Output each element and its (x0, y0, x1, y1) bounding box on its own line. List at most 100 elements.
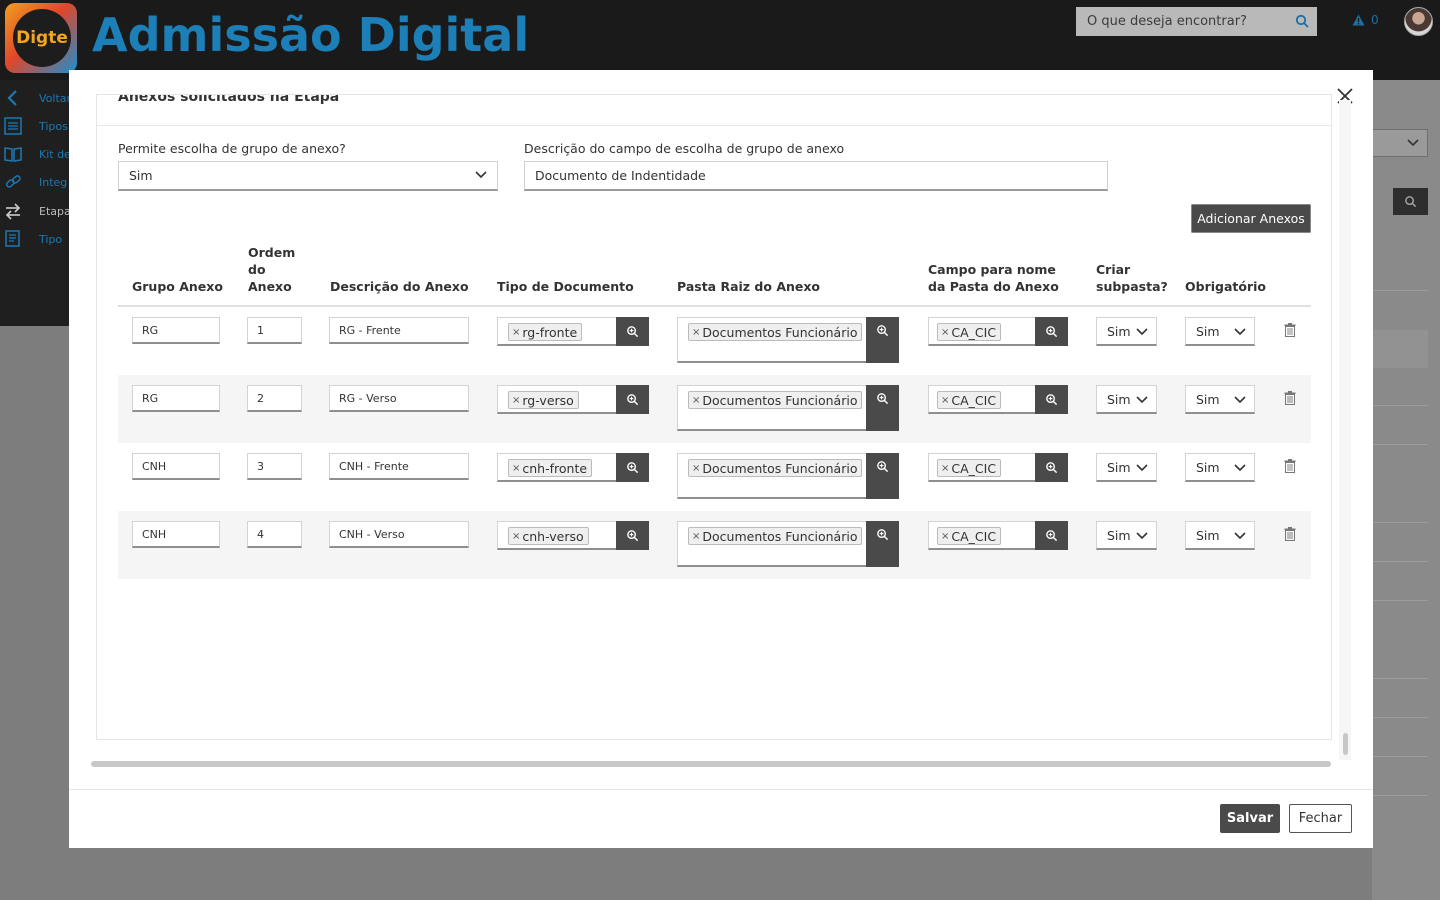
horizontal-scroll-track[interactable] (91, 761, 1331, 767)
tipo-search-button[interactable] (616, 453, 649, 482)
tipo-field[interactable]: × cnh-fronte (497, 453, 617, 482)
alerts-indicator[interactable]: 0 (1352, 13, 1379, 27)
descricao-input[interactable]: CNH - Verso (329, 521, 469, 548)
tipo-field[interactable]: × cnh-verso (497, 521, 617, 550)
trash-icon[interactable] (1284, 459, 1296, 473)
remove-tag-icon[interactable]: × (941, 463, 949, 474)
tipo-field[interactable]: × rg-fronte (497, 317, 617, 346)
obrigatorio-select[interactable]: Sim (1185, 521, 1255, 550)
remove-tag-icon[interactable]: × (512, 395, 520, 406)
search-input[interactable] (1087, 14, 1287, 29)
descricao-input[interactable]: RG - Verso (329, 385, 469, 412)
sidebar-item-etapa[interactable]: Etapa (0, 197, 70, 225)
campo-search-button[interactable] (1035, 521, 1068, 550)
remove-tag-icon[interactable]: × (692, 327, 700, 338)
campo-field[interactable]: × CA_CIC (928, 453, 1036, 482)
ordem-input[interactable]: 1 (247, 317, 302, 344)
campo-search-button[interactable] (1035, 317, 1068, 346)
tipo-field[interactable]: × rg-verso (497, 385, 617, 414)
pasta-search-button[interactable] (866, 317, 899, 363)
chevron-down-icon (1136, 328, 1148, 336)
close-button[interactable]: Fechar (1289, 804, 1352, 833)
sidebar-item-voltar[interactable]: Voltar (0, 84, 70, 112)
remove-tag-icon[interactable]: × (692, 395, 700, 406)
trash-icon[interactable] (1284, 323, 1296, 337)
remove-tag-icon[interactable]: × (941, 395, 949, 406)
campo-tag[interactable]: × CA_CIC (937, 323, 1002, 341)
pasta-search-button[interactable] (866, 385, 899, 431)
tipo-search-button[interactable] (616, 385, 649, 414)
chevron-down-icon (1136, 396, 1148, 404)
tipo-tag[interactable]: × cnh-fronte (508, 459, 593, 477)
remove-tag-icon[interactable]: × (692, 531, 700, 542)
arrows-icon (5, 203, 21, 220)
ordem-input[interactable]: 2 (247, 385, 302, 412)
remove-tag-icon[interactable]: × (692, 463, 700, 474)
trash-icon[interactable] (1284, 527, 1296, 541)
grupo-input[interactable]: CNH (132, 453, 220, 480)
vertical-scroll-track[interactable] (1339, 100, 1351, 760)
sidebar-item-integ[interactable]: Integ (0, 168, 70, 196)
tipo-tag[interactable]: × rg-fronte (508, 323, 583, 341)
ordem-input[interactable]: 4 (247, 521, 302, 548)
add-attachments-button[interactable]: Adicionar Anexos (1191, 204, 1311, 233)
grupo-input[interactable]: RG (132, 385, 220, 412)
pasta-search-button[interactable] (866, 521, 899, 567)
remove-tag-icon[interactable]: × (512, 327, 520, 338)
campo-tag[interactable]: × CA_CIC (937, 459, 1002, 477)
pasta-field[interactable]: × Documentos Funcionário (677, 385, 867, 431)
pasta-tag[interactable]: × Documentos Funcionário (688, 459, 863, 477)
subpasta-select[interactable]: Sim (1096, 453, 1157, 482)
save-button[interactable]: Salvar (1220, 804, 1280, 833)
obrigatorio-select[interactable]: Sim (1185, 453, 1255, 482)
campo-search-button[interactable] (1035, 385, 1068, 414)
sidebar-item-tipos[interactable]: Tipos (0, 112, 70, 140)
chevron-left-icon (7, 90, 17, 106)
grupo-input[interactable]: CNH (132, 521, 220, 548)
sidebar-item-kit[interactable]: Kit de (0, 140, 70, 168)
pasta-tag[interactable]: × Documentos Funcionário (688, 323, 863, 341)
remove-tag-icon[interactable]: × (512, 531, 520, 542)
logo[interactable]: Digte (5, 3, 77, 73)
sidebar-item-tipo[interactable]: Tipo (0, 225, 70, 253)
remove-tag-icon[interactable]: × (512, 463, 520, 474)
tipo-tag[interactable]: × rg-verso (508, 391, 579, 409)
obrigatorio-select[interactable]: Sim (1185, 385, 1255, 414)
campo-tag[interactable]: × CA_CIC (937, 391, 1002, 409)
chevron-down-icon (1234, 396, 1246, 404)
tipo-tag[interactable]: × cnh-verso (508, 527, 589, 545)
group-desc-input[interactable]: Documento de Indentidade (524, 161, 1108, 191)
tipo-search-button[interactable] (616, 521, 649, 550)
remove-tag-icon[interactable]: × (941, 327, 949, 338)
tipo-search-button[interactable] (616, 317, 649, 346)
pasta-tag[interactable]: × Documentos Funcionário (688, 527, 863, 545)
pasta-field[interactable]: × Documentos Funcionário (677, 317, 867, 363)
avatar[interactable] (1404, 7, 1433, 36)
subpasta-select[interactable]: Sim (1096, 385, 1157, 414)
grupo-input[interactable]: RG (132, 317, 220, 344)
pasta-field[interactable]: × Documentos Funcionário (677, 453, 867, 499)
trash-icon[interactable] (1284, 391, 1296, 405)
pasta-field[interactable]: × Documentos Funcionário (677, 521, 867, 567)
vertical-scrollbar[interactable] (1343, 733, 1348, 755)
group-choice-select[interactable]: Sim (118, 161, 498, 191)
campo-field[interactable]: × CA_CIC (928, 521, 1036, 550)
subpasta-select[interactable]: Sim (1096, 317, 1157, 346)
pasta-search-button[interactable] (866, 453, 899, 499)
descricao-input[interactable]: CNH - Frente (329, 453, 469, 480)
campo-field[interactable]: × CA_CIC (928, 317, 1036, 346)
descricao-input[interactable]: RG - Frente (329, 317, 469, 344)
list-icon (4, 117, 22, 135)
campo-search-button[interactable] (1035, 453, 1068, 482)
horizontal-scrollbar[interactable] (91, 761, 1331, 767)
campo-field[interactable]: × CA_CIC (928, 385, 1036, 414)
background-divider (1372, 290, 1428, 291)
campo-tag[interactable]: × CA_CIC (937, 527, 1002, 545)
col-header-grupo: Grupo Anexo (132, 279, 223, 294)
ordem-input[interactable]: 3 (247, 453, 302, 480)
obrigatorio-select[interactable]: Sim (1185, 317, 1255, 346)
pasta-tag[interactable]: × Documentos Funcionário (688, 391, 863, 409)
remove-tag-icon[interactable]: × (941, 531, 949, 542)
subpasta-select[interactable]: Sim (1096, 521, 1157, 550)
search-icon[interactable] (1295, 14, 1309, 28)
